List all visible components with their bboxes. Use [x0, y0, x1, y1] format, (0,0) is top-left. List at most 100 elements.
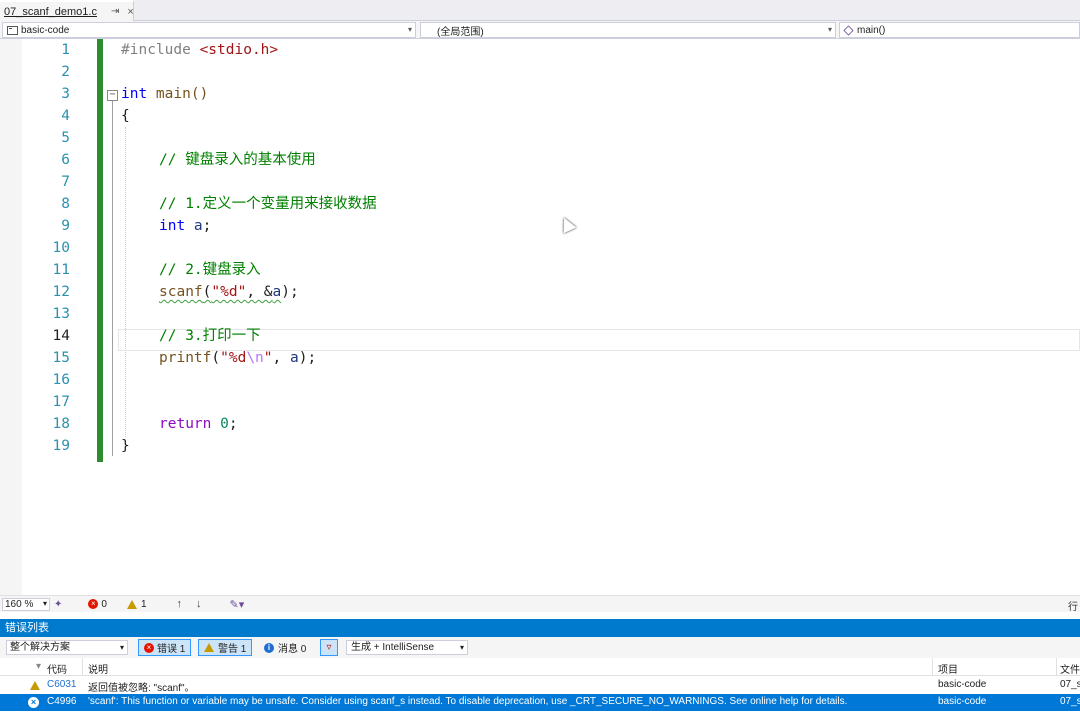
column-divider[interactable]: [1056, 658, 1057, 676]
line-number: 14: [52, 328, 70, 344]
error-code-link[interactable]: C4996: [47, 696, 76, 707]
code-line: 15 printf("%d\n", a);: [0, 347, 1080, 369]
document-tab[interactable]: 07_scanf_demo1.c ⇥ ×: [0, 0, 134, 21]
code-text[interactable]: }: [121, 435, 130, 457]
project-dropdown[interactable]: basic-code ▾: [2, 22, 416, 38]
line-number: 4: [61, 108, 70, 124]
code-line: 18 return 0;: [0, 413, 1080, 435]
table-row[interactable]: C6031 返回值被忽略: "scanf"。 basic-code 07_s: [0, 677, 1080, 694]
error-project: basic-code: [938, 679, 987, 690]
code-line: 5: [0, 127, 1080, 149]
info-icon: i: [264, 642, 274, 653]
chevron-down-icon: ▾: [42, 598, 47, 608]
line-number: 10: [52, 240, 70, 256]
comment-token[interactable]: // 1.定义一个变量用来接收数据: [159, 193, 377, 215]
number-token: 0: [211, 416, 229, 432]
code-line: 16: [0, 369, 1080, 391]
error-description: 返回值被忽略: "scanf"。: [88, 683, 195, 694]
column-header-project[interactable]: 项目: [938, 661, 958, 676]
pin-icon[interactable]: ⇥: [111, 6, 119, 17]
punctuation-token: ;: [228, 416, 238, 432]
punctuation-token: ,: [272, 350, 290, 366]
code-text[interactable]: #include <stdio.h>: [121, 39, 278, 61]
chevron-down-icon: ▾: [407, 25, 412, 34]
code-cleanup-icon[interactable]: ✎▾: [230, 598, 245, 611]
column-divider[interactable]: [82, 658, 83, 676]
messages-filter-button[interactable]: i 消息 0: [258, 639, 312, 656]
warning-icon: [204, 643, 214, 652]
line-number: 13: [52, 306, 70, 322]
error-list-header: ▾ 代码 说明 项目 文件: [0, 658, 1080, 676]
code-line: 7: [0, 171, 1080, 193]
keyword-token: int: [121, 86, 148, 102]
code-line: 3 int main(): [0, 83, 1080, 105]
comment-token[interactable]: // 键盘录入的基本使用: [159, 149, 316, 171]
error-count-indicator[interactable]: × 0: [88, 599, 107, 610]
warnings-filter-button[interactable]: 警告 1: [198, 639, 253, 656]
variable-token: a: [272, 284, 282, 300]
filter-icon[interactable]: ▿: [320, 639, 338, 656]
error-icon: ×: [88, 599, 99, 609]
punctuation-token: (: [211, 350, 221, 366]
punctuation-token: );: [281, 284, 299, 300]
code-line: 17: [0, 391, 1080, 413]
line-indicator[interactable]: 行: [1068, 598, 1078, 613]
table-row-selected[interactable]: × C4996 'scanf': This function or variab…: [0, 694, 1080, 711]
code-line: 10: [0, 237, 1080, 259]
arrow-down-icon[interactable]: ↓: [196, 598, 202, 610]
code-text[interactable]: printf("%d\n", a);: [159, 347, 316, 369]
comment-token[interactable]: // 3.打印一下: [159, 325, 261, 347]
return-keyword-token: return: [159, 416, 212, 432]
chevron-down-icon: ▾: [459, 643, 464, 652]
code-text[interactable]: int main(): [121, 83, 208, 105]
line-number: 12: [52, 284, 70, 300]
code-text[interactable]: {: [121, 105, 130, 127]
warning-count-indicator[interactable]: 1: [126, 598, 147, 610]
solution-scope-dropdown[interactable]: 整个解决方案 ▾: [6, 640, 128, 655]
column-header-file[interactable]: 文件: [1060, 661, 1080, 676]
line-number: 5: [61, 130, 70, 146]
build-filter-value: 生成 + IntelliSense: [351, 642, 435, 653]
line-number: 7: [61, 174, 70, 190]
punctuation-token: , &: [246, 284, 273, 300]
string-token: "%d": [211, 284, 247, 300]
function-call-token: scanf: [159, 284, 203, 300]
column-divider[interactable]: [932, 658, 933, 676]
comment-token[interactable]: // 2.键盘录入: [159, 259, 261, 281]
arrow-up-icon[interactable]: ↑: [177, 598, 183, 610]
line-number: 3: [61, 86, 70, 102]
code-line: 4 {: [0, 105, 1080, 127]
build-intellisense-dropdown[interactable]: 生成 + IntelliSense ▾: [346, 640, 468, 655]
error-code-link[interactable]: C6031: [47, 679, 76, 690]
zoom-dropdown[interactable]: 160 % ▾: [2, 597, 50, 611]
code-line: 12 scanf("%d", &a);: [0, 281, 1080, 303]
error-list-toolbar: 整个解决方案 ▾ × 错误 1 警告 1 i 消息 0 ▿ 生成 + Intel…: [0, 637, 1080, 658]
preprocessor-token: #include: [121, 42, 191, 58]
code-text[interactable]: return 0;: [159, 413, 238, 435]
column-header-description[interactable]: 说明: [88, 661, 108, 676]
errors-filter-label: 错误 1: [157, 644, 186, 655]
function-icon: [843, 24, 854, 36]
document-tab-title[interactable]: 07_scanf_demo1.c: [4, 6, 97, 18]
column-header-code[interactable]: 代码: [47, 661, 67, 676]
document-tab-strip: 07_scanf_demo1.c ⇥ ×: [0, 0, 1080, 21]
editor-status-strip: 160 % ▾ ✦ × 0 1 ↑ ↓ ✎▾ 行: [0, 595, 1080, 613]
health-icon[interactable]: ✦: [54, 599, 62, 610]
scope-dropdown[interactable]: (全局范围) ▾: [420, 22, 836, 38]
code-line: 8 // 1.定义一个变量用来接收数据: [0, 193, 1080, 215]
errors-filter-button[interactable]: × 错误 1: [138, 639, 192, 656]
code-editor[interactable]: − 1 #include <stdio.h> 2 3 int main() 4 …: [0, 39, 1080, 595]
code-text[interactable]: int a;: [159, 215, 211, 237]
code-line: 1 #include <stdio.h>: [0, 39, 1080, 61]
error-list-title[interactable]: 错误列表: [0, 619, 1080, 637]
code-text[interactable]: scanf("%d", &a);: [159, 281, 299, 303]
member-dropdown[interactable]: main(): [839, 22, 1080, 38]
error-description: 'scanf': This function or variable may b…: [88, 696, 848, 707]
keyword-token: int: [159, 218, 186, 234]
error-count: 0: [101, 598, 107, 610]
line-number: 18: [52, 416, 70, 432]
project-icon: [7, 25, 18, 35]
warning-squiggle[interactable]: scanf("%d", &a: [159, 284, 281, 300]
close-icon[interactable]: ×: [127, 6, 133, 18]
warning-count: 1: [140, 598, 147, 610]
